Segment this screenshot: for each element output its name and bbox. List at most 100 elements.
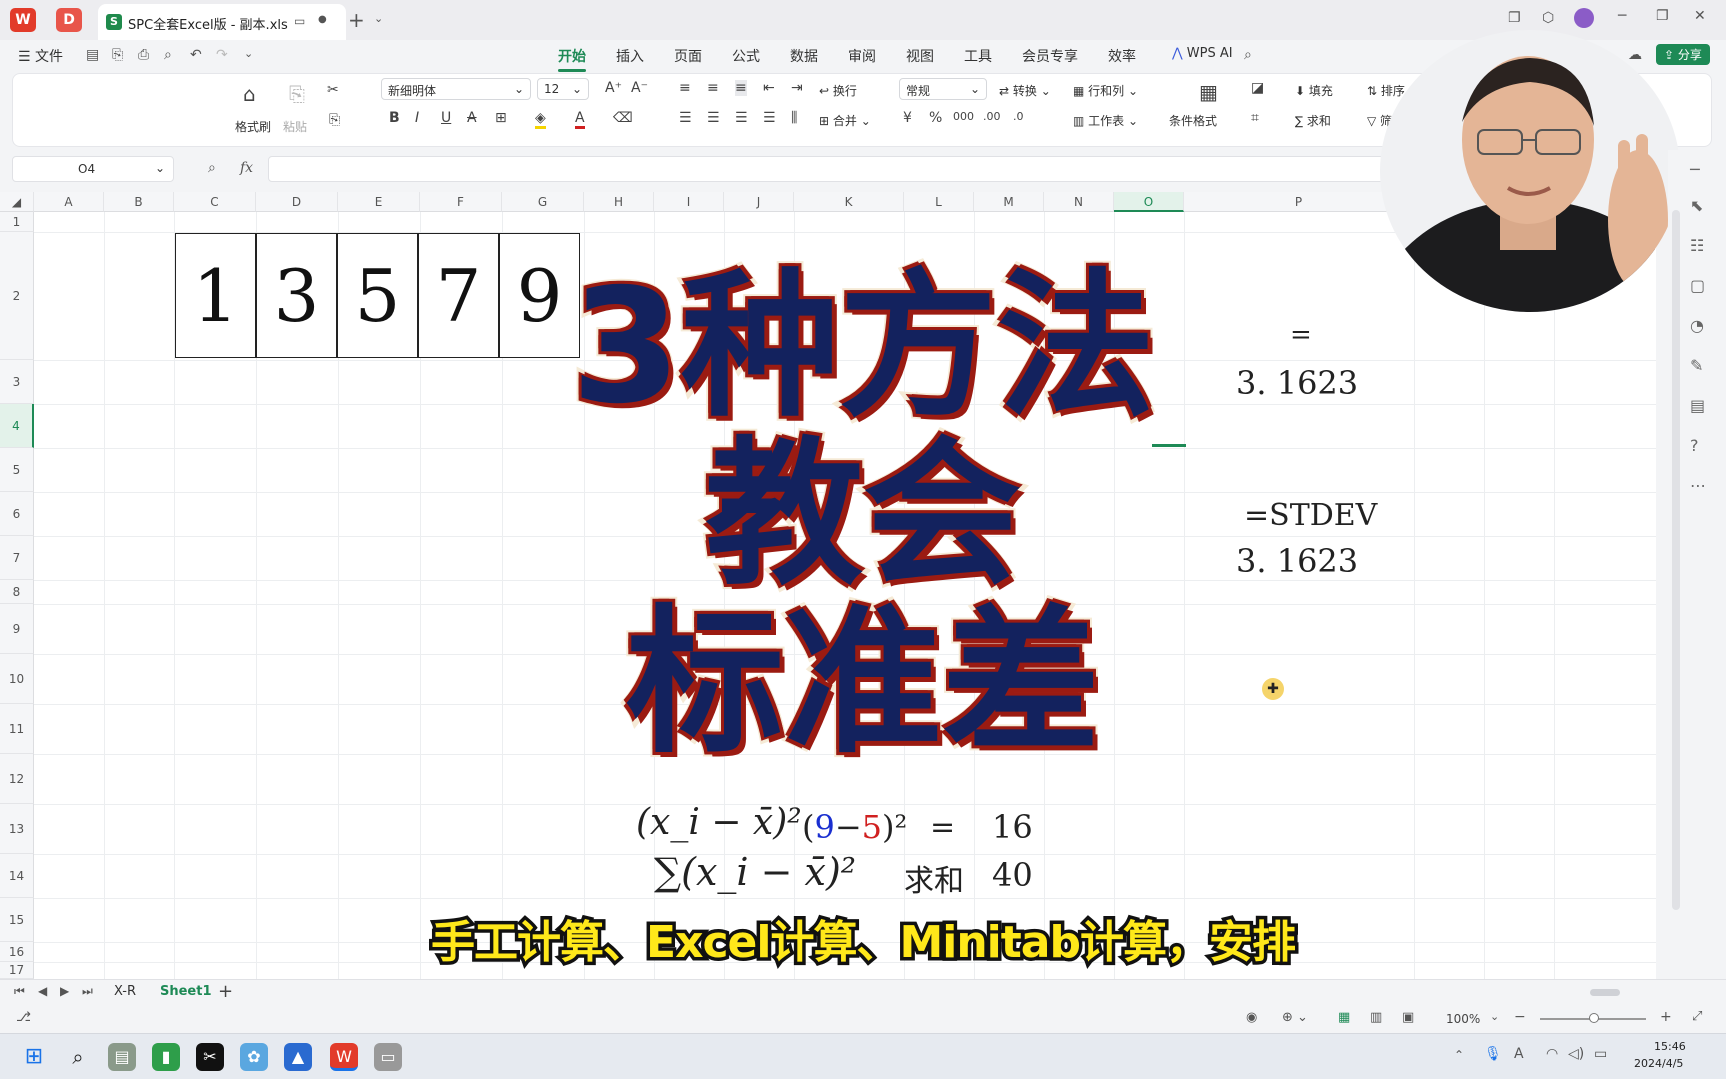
- chevron-down-icon[interactable]: ⌄: [374, 12, 383, 25]
- page-layout-icon[interactable]: ▥: [1370, 1010, 1382, 1025]
- close-icon[interactable]: ✕: [1694, 8, 1706, 24]
- currency-icon[interactable]: ¥: [903, 110, 912, 126]
- strikethrough-icon[interactable]: A: [467, 110, 477, 126]
- merge-button[interactable]: ⊞ 合并 ⌄: [819, 112, 871, 129]
- column-header[interactable]: J: [724, 192, 794, 212]
- zoom-chevron-icon[interactable]: ⌄: [1490, 1010, 1499, 1023]
- windows-start-icon[interactable]: ⊞: [20, 1043, 48, 1071]
- wps-taskbar-icon[interactable]: W: [330, 1043, 358, 1071]
- new-tab-button[interactable]: +: [348, 8, 365, 32]
- tab-review[interactable]: 审阅: [848, 46, 876, 66]
- sort-button[interactable]: ⇅ 排序: [1367, 82, 1405, 99]
- input-method-icon[interactable]: A: [1514, 1046, 1524, 1062]
- align-center-icon[interactable]: ☰: [707, 110, 720, 126]
- column-header[interactable]: F: [420, 192, 502, 212]
- tab-data[interactable]: 数据: [790, 46, 818, 66]
- worksheet-button[interactable]: ▥ 工作表 ⌄: [1073, 112, 1138, 129]
- column-header[interactable]: I: [654, 192, 724, 212]
- page-break-icon[interactable]: ▣: [1402, 1010, 1414, 1025]
- font-name-select[interactable]: 新细明体 ⌄: [381, 78, 531, 100]
- sheet-tab-active[interactable]: Sheet1: [160, 984, 212, 999]
- column-header[interactable]: M: [974, 192, 1044, 212]
- tab-page[interactable]: 页面: [674, 46, 702, 66]
- quick-access-chevron-icon[interactable]: ⌄: [244, 47, 253, 60]
- column-header[interactable]: A: [34, 192, 104, 212]
- user-avatar[interactable]: [1574, 8, 1594, 28]
- monitor-app-icon[interactable]: ▭: [374, 1043, 402, 1071]
- cut-icon[interactable]: ✂: [327, 82, 339, 98]
- window-restore-icon[interactable]: ❐: [1508, 10, 1521, 26]
- zoom-in-icon[interactable]: +: [1660, 1009, 1672, 1025]
- select-cursor-icon[interactable]: ⬉: [1690, 196, 1703, 215]
- fx-icon[interactable]: fx: [240, 160, 253, 176]
- monitor-icon[interactable]: ▭: [294, 14, 305, 28]
- column-header[interactable]: L: [904, 192, 974, 212]
- column-header[interactable]: K: [794, 192, 904, 212]
- sum-button[interactable]: ∑ 求和: [1295, 112, 1331, 129]
- book-icon[interactable]: ▤: [1690, 396, 1705, 415]
- zoom-level[interactable]: 100%: [1446, 1012, 1480, 1026]
- column-header[interactable]: P: [1184, 192, 1414, 212]
- select-all-corner[interactable]: ◢: [0, 192, 34, 212]
- conditional-format-icon[interactable]: ▦: [1199, 80, 1218, 104]
- name-box[interactable]: O4 ⌄: [12, 156, 174, 182]
- column-header[interactable]: H: [584, 192, 654, 212]
- maximize-icon[interactable]: ❐: [1656, 8, 1669, 24]
- row-header[interactable]: 13: [0, 804, 34, 854]
- format-painter-icon[interactable]: ⌂: [243, 82, 256, 106]
- column-header[interactable]: C: [174, 192, 256, 212]
- prev-sheet-icon[interactable]: ◀: [38, 984, 47, 998]
- decimal-decrease-icon[interactable]: .0: [1013, 110, 1024, 123]
- cloud-app-icon[interactable]: ✿: [240, 1043, 268, 1071]
- photos-app-icon[interactable]: ▲: [284, 1043, 312, 1071]
- font-color-icon[interactable]: A: [575, 110, 585, 129]
- column-header[interactable]: E: [338, 192, 420, 212]
- tab-efficiency[interactable]: 效率: [1108, 46, 1136, 66]
- paste-label[interactable]: 粘贴: [283, 118, 307, 135]
- row-header[interactable]: 14: [0, 854, 34, 898]
- wifi-icon[interactable]: ◠: [1546, 1046, 1558, 1062]
- fullscreen-icon[interactable]: ⤢: [1692, 1009, 1702, 1024]
- panel-icon[interactable]: ▢: [1690, 276, 1705, 295]
- italic-icon[interactable]: I: [415, 110, 419, 126]
- vertical-scrollbar[interactable]: [1672, 210, 1680, 910]
- style-icon[interactable]: ◪: [1251, 80, 1264, 96]
- clear-format-icon[interactable]: ⌫: [613, 110, 633, 126]
- document-tab[interactable]: S SPC全套Excel版 - 副本.xls ▭ ●: [98, 4, 346, 40]
- save-icon[interactable]: ▤: [86, 47, 99, 63]
- volume-icon[interactable]: ◁): [1568, 1046, 1584, 1062]
- decimal-increase-icon[interactable]: .00: [983, 110, 1001, 123]
- bold-icon[interactable]: B: [389, 110, 400, 126]
- indent-decrease-icon[interactable]: ⇤: [763, 80, 775, 96]
- font-decrease-icon[interactable]: A⁻: [631, 80, 648, 96]
- wrap-text-button[interactable]: ↩ 换行: [819, 82, 857, 99]
- column-header[interactable]: D: [256, 192, 338, 212]
- search-icon[interactable]: ⌕: [64, 1043, 92, 1071]
- column-header[interactable]: G: [502, 192, 584, 212]
- column-header[interactable]: N: [1044, 192, 1114, 212]
- redo-icon[interactable]: ↷: [216, 47, 228, 63]
- tray-chevron-icon[interactable]: ⌃: [1454, 1048, 1464, 1062]
- value-cell[interactable]: 16: [992, 808, 1033, 846]
- wps-ai-button[interactable]: ⋀ WPS AI: [1172, 46, 1233, 61]
- row-header[interactable]: 1: [0, 212, 34, 232]
- unsaved-dot-icon[interactable]: ●: [318, 14, 327, 25]
- microphone-icon[interactable]: 🎙: [1484, 1046, 1502, 1062]
- more-icon[interactable]: ⋯: [1690, 476, 1706, 495]
- zoom-out-icon[interactable]: −: [1514, 1009, 1526, 1025]
- tab-formula[interactable]: 公式: [732, 46, 760, 66]
- copy-icon[interactable]: ⎘: [329, 112, 340, 128]
- align-right-icon[interactable]: ☰: [735, 110, 748, 126]
- fill-color-icon[interactable]: ◈: [535, 110, 546, 129]
- conditional-format-button[interactable]: 条件格式: [1169, 112, 1217, 129]
- value-cell[interactable]: 40: [992, 856, 1033, 894]
- column-header-selected[interactable]: O: [1114, 192, 1184, 212]
- column-header[interactable]: B: [104, 192, 174, 212]
- border-icon[interactable]: ⊞: [495, 110, 507, 126]
- print-icon[interactable]: ⎙: [138, 47, 149, 63]
- align-top-icon[interactable]: ≡: [679, 80, 691, 96]
- clock-time[interactable]: 15:46: [1654, 1040, 1686, 1053]
- settings-sliders-icon[interactable]: ☷: [1690, 236, 1704, 255]
- share-button[interactable]: ⇪ 分享: [1656, 44, 1710, 65]
- tab-home[interactable]: 开始: [558, 46, 586, 72]
